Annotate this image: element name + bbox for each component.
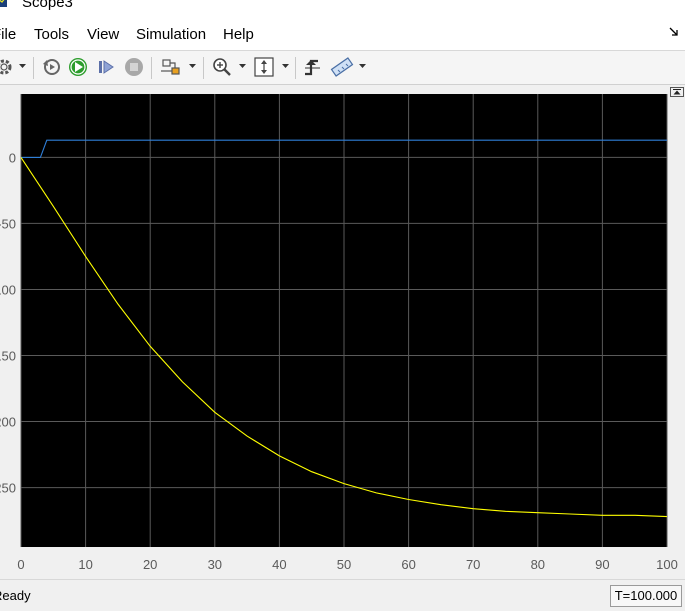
x-tick-label: 50 [337, 557, 351, 572]
dock-arrow-icon[interactable] [669, 27, 679, 37]
plot-panel: 0 10 20 30 40 50 60 70 80 90 100 0 -50 -100 -150 -200 -2… [0, 85, 685, 578]
y-tick-label: -200 [0, 415, 16, 430]
toolbar-separator [295, 57, 296, 79]
x-tick-label: 10 [78, 557, 92, 572]
status-bar: Ready T=100.000 [0, 579, 685, 611]
zoom-dropdown-icon[interactable] [239, 64, 246, 69]
run-icon[interactable] [67, 56, 89, 78]
minimize-icon[interactable] [518, 0, 564, 10]
scope-plot[interactable]: 0 10 20 30 40 50 60 70 80 90 100 0 -50 -100 -150 -200 -2… [0, 85, 685, 578]
triggers-icon[interactable] [302, 56, 324, 78]
x-tick-label: 30 [208, 557, 222, 572]
status-text: Ready [0, 588, 31, 603]
menu-help[interactable]: Help [223, 26, 254, 44]
window-title: Scope3 [22, 0, 73, 11]
y-tick-label: 0 [9, 150, 16, 165]
menu-tools[interactable]: Tools [34, 26, 69, 44]
highlight-dropdown-icon[interactable] [189, 64, 196, 69]
measurements-dropdown-icon[interactable] [359, 64, 366, 69]
menu-view[interactable]: View [87, 26, 119, 44]
measurements-icon[interactable] [330, 56, 354, 78]
x-tick-label: 90 [595, 557, 609, 572]
toolbar [0, 51, 685, 85]
x-tick-label: 0 [17, 557, 24, 572]
simulation-time: T=100.000 [610, 585, 682, 607]
x-tick-label: 40 [272, 557, 286, 572]
scale-dropdown-icon[interactable] [282, 64, 289, 69]
close-icon[interactable] [634, 0, 680, 10]
scale-axes-icon[interactable] [253, 56, 275, 78]
scope-app-icon [0, 0, 7, 7]
step-back-icon[interactable] [40, 56, 62, 78]
toolbar-separator [151, 57, 152, 79]
settings-dropdown-icon[interactable] [19, 64, 26, 69]
x-tick-label: 60 [401, 557, 415, 572]
step-forward-icon[interactable] [96, 56, 116, 78]
highlight-block-icon[interactable] [160, 56, 182, 78]
y-tick-label: -100 [0, 282, 16, 297]
maximize-icon[interactable] [576, 0, 622, 10]
x-tick-label: 70 [466, 557, 480, 572]
zoom-in-icon[interactable] [211, 56, 233, 78]
menu-file[interactable]: File [0, 26, 16, 44]
y-tick-label: -150 [0, 348, 16, 363]
x-tick-label: 100 [656, 557, 678, 572]
menu-simulation[interactable]: Simulation [136, 26, 206, 44]
title-bar: Scope3 [0, 0, 685, 20]
settings-icon[interactable] [0, 56, 14, 78]
stop-icon[interactable] [123, 56, 145, 78]
menu-bar: File Tools View Simulation Help [0, 20, 685, 51]
y-tick-label: -50 [0, 216, 16, 231]
x-tick-label: 20 [143, 557, 157, 572]
toolbar-separator [33, 57, 34, 79]
toolbar-separator [203, 57, 204, 79]
x-tick-label: 80 [531, 557, 545, 572]
y-tick-label: -250 [0, 481, 16, 496]
